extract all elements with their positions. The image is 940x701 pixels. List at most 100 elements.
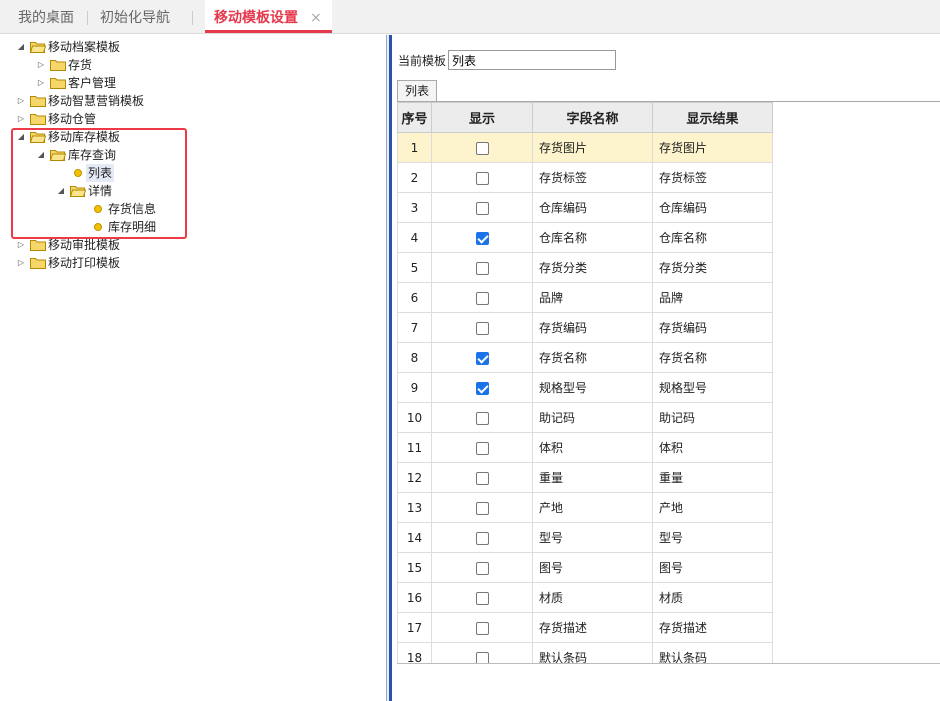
show-checkbox[interactable] bbox=[475, 171, 489, 185]
field-name-cell[interactable]: 助记码 bbox=[532, 402, 653, 433]
close-icon[interactable]: × bbox=[310, 0, 322, 37]
tab-my-desktop[interactable]: 我的桌面 bbox=[18, 0, 74, 34]
display-result-cell[interactable]: 仓库名称 bbox=[652, 222, 773, 253]
table-row[interactable]: 11 体积 体积 bbox=[397, 432, 773, 463]
table-row[interactable]: 12 重量 重量 bbox=[397, 462, 773, 493]
field-name-cell[interactable]: 品牌 bbox=[532, 282, 653, 313]
display-result-cell[interactable]: 存货编码 bbox=[652, 312, 773, 343]
display-result-cell[interactable]: 图号 bbox=[652, 552, 773, 583]
table-row[interactable]: 15 图号 图号 bbox=[397, 552, 773, 583]
show-checkbox[interactable] bbox=[475, 351, 489, 365]
field-name-cell[interactable]: 存货分类 bbox=[532, 252, 653, 283]
tree-node-customer-management[interactable]: ▷ 客户管理 bbox=[36, 74, 196, 92]
table-row[interactable]: 2 存货标签 存货标签 bbox=[397, 162, 773, 193]
display-result-cell[interactable]: 仓库编码 bbox=[652, 192, 773, 223]
table-row[interactable]: 7 存货编码 存货编码 bbox=[397, 312, 773, 343]
display-result-cell[interactable]: 存货名称 bbox=[652, 342, 773, 373]
field-name-cell[interactable]: 重量 bbox=[532, 462, 653, 493]
field-name-cell[interactable]: 存货标签 bbox=[532, 162, 653, 193]
display-result-cell[interactable]: 存货标签 bbox=[652, 162, 773, 193]
show-checkbox[interactable] bbox=[475, 321, 489, 335]
tab-list[interactable]: 列表 bbox=[397, 80, 437, 101]
show-checkbox[interactable] bbox=[475, 291, 489, 305]
show-checkbox[interactable] bbox=[475, 651, 489, 663]
collapsed-arrow-icon[interactable]: ▷ bbox=[36, 74, 46, 92]
table-row[interactable]: 4 仓库名称 仓库名称 bbox=[397, 222, 773, 253]
field-name-cell[interactable]: 规格型号 bbox=[532, 372, 653, 403]
collapsed-arrow-icon[interactable]: ▷ bbox=[16, 92, 26, 110]
table-row[interactable]: 1 存货图片 存货图片 bbox=[397, 132, 773, 163]
field-name-cell[interactable]: 仓库名称 bbox=[532, 222, 653, 253]
row-number: 6 bbox=[397, 282, 432, 313]
table-row[interactable]: 13 产地 产地 bbox=[397, 492, 773, 523]
show-checkbox[interactable] bbox=[475, 441, 489, 455]
show-checkbox[interactable] bbox=[475, 411, 489, 425]
tab-mobile-template-settings[interactable]: 移动模板设置 × bbox=[205, 0, 332, 33]
table-row[interactable]: 18 默认条码 默认条码 bbox=[397, 642, 773, 663]
show-checkbox[interactable] bbox=[475, 531, 489, 545]
display-result-cell[interactable]: 品牌 bbox=[652, 282, 773, 313]
table-row[interactable]: 17 存货描述 存货描述 bbox=[397, 612, 773, 643]
show-checkbox[interactable] bbox=[475, 381, 489, 395]
expanded-arrow-icon[interactable]: ◢ bbox=[16, 38, 26, 56]
show-checkbox[interactable] bbox=[475, 591, 489, 605]
field-name-cell[interactable]: 体积 bbox=[532, 432, 653, 463]
show-checkbox[interactable] bbox=[475, 201, 489, 215]
column-header-show[interactable]: 显示 bbox=[431, 102, 533, 133]
field-name-cell[interactable]: 存货名称 bbox=[532, 342, 653, 373]
field-name-cell[interactable]: 存货编码 bbox=[532, 312, 653, 343]
field-name-cell[interactable]: 产地 bbox=[532, 492, 653, 523]
field-name-cell[interactable]: 存货描述 bbox=[532, 612, 653, 643]
table-row[interactable]: 10 助记码 助记码 bbox=[397, 402, 773, 433]
tree-node-archive-template[interactable]: ◢ 移动档案模板 bbox=[16, 38, 216, 56]
column-header-display-result[interactable]: 显示结果 bbox=[652, 102, 773, 133]
display-result-cell[interactable]: 材质 bbox=[652, 582, 773, 613]
tab-init-navigation[interactable]: 初始化导航 bbox=[100, 0, 170, 34]
field-name-cell[interactable]: 仓库编码 bbox=[532, 192, 653, 223]
table-row[interactable]: 3 仓库编码 仓库编码 bbox=[397, 192, 773, 223]
tree-node-label: 移动打印模板 bbox=[48, 256, 121, 270]
display-result-cell[interactable]: 存货图片 bbox=[652, 132, 773, 163]
table-row[interactable]: 8 存货名称 存货名称 bbox=[397, 342, 773, 373]
table-row[interactable]: 9 规格型号 规格型号 bbox=[397, 372, 773, 403]
display-result-cell[interactable]: 默认条码 bbox=[652, 642, 773, 663]
table-row[interactable]: 5 存货分类 存货分类 bbox=[397, 252, 773, 283]
field-name-cell[interactable]: 型号 bbox=[532, 522, 653, 553]
show-cell bbox=[431, 642, 533, 663]
show-checkbox[interactable] bbox=[475, 231, 489, 245]
tree-node-inventory[interactable]: ▷ 存货 bbox=[36, 56, 196, 74]
field-name-cell[interactable]: 存货图片 bbox=[532, 132, 653, 163]
tree-node-print-template[interactable]: ▷ 移动打印模板 bbox=[16, 254, 216, 272]
display-result-cell[interactable]: 规格型号 bbox=[652, 372, 773, 403]
collapsed-arrow-icon[interactable]: ▷ bbox=[16, 254, 26, 272]
grid-bottom-border bbox=[397, 663, 940, 664]
display-result-cell[interactable]: 助记码 bbox=[652, 402, 773, 433]
show-checkbox[interactable] bbox=[475, 141, 489, 155]
display-result-cell[interactable]: 产地 bbox=[652, 492, 773, 523]
table-header-row: 序号 显示 字段名称 显示结果 bbox=[397, 102, 773, 133]
show-checkbox[interactable] bbox=[475, 501, 489, 515]
display-result-cell[interactable]: 重量 bbox=[652, 462, 773, 493]
tree-node-mobile-warehouse[interactable]: ▷ 移动仓管 bbox=[16, 110, 216, 128]
table-row[interactable]: 16 材质 材质 bbox=[397, 582, 773, 613]
display-result-cell[interactable]: 型号 bbox=[652, 522, 773, 553]
tree-node-smart-marketing-template[interactable]: ▷ 移动智慧营销模板 bbox=[16, 92, 216, 110]
column-header-no[interactable]: 序号 bbox=[397, 102, 432, 133]
table-row[interactable]: 6 品牌 品牌 bbox=[397, 282, 773, 313]
table-row[interactable]: 14 型号 型号 bbox=[397, 522, 773, 553]
collapsed-arrow-icon[interactable]: ▷ bbox=[36, 56, 46, 74]
field-name-cell[interactable]: 默认条码 bbox=[532, 642, 653, 663]
field-name-cell[interactable]: 材质 bbox=[532, 582, 653, 613]
show-checkbox[interactable] bbox=[475, 561, 489, 575]
collapsed-arrow-icon[interactable]: ▷ bbox=[16, 110, 26, 128]
show-checkbox[interactable] bbox=[475, 471, 489, 485]
show-checkbox[interactable] bbox=[475, 621, 489, 635]
display-result-cell[interactable]: 体积 bbox=[652, 432, 773, 463]
show-checkbox[interactable] bbox=[475, 261, 489, 275]
column-header-field-name[interactable]: 字段名称 bbox=[532, 102, 653, 133]
field-name-cell[interactable]: 图号 bbox=[532, 552, 653, 583]
display-result-cell[interactable]: 存货分类 bbox=[652, 252, 773, 283]
display-result-cell[interactable]: 存货描述 bbox=[652, 612, 773, 643]
show-cell bbox=[431, 372, 533, 403]
current-template-input[interactable] bbox=[448, 50, 616, 70]
